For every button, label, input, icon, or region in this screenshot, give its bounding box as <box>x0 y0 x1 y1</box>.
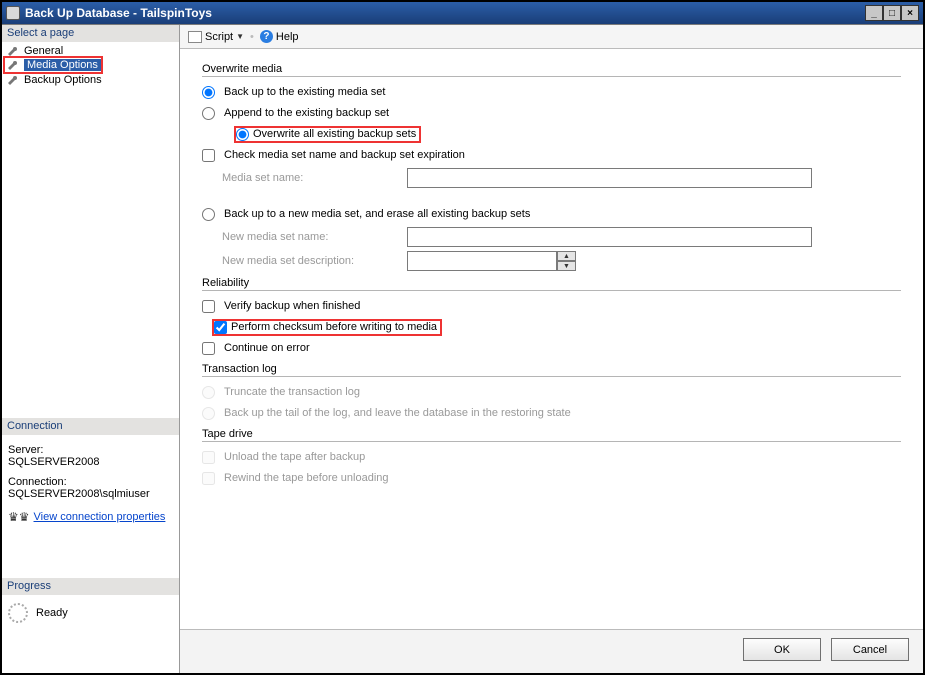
check-continue-on-error[interactable] <box>202 342 215 355</box>
spin-up-icon: ▲ <box>557 251 576 261</box>
group-overwrite-media: Overwrite media <box>202 63 901 77</box>
app-icon <box>6 6 20 20</box>
radio-new-media-label: Back up to a new media set, and erase al… <box>224 208 530 220</box>
cancel-button[interactable]: Cancel <box>831 638 909 661</box>
sidebar-header-progress: Progress <box>2 578 179 595</box>
sidebar-item-label: Backup Options <box>24 74 102 86</box>
radio-existing-media-set[interactable] <box>202 86 215 99</box>
media-set-name-label: Media set name: <box>202 172 407 184</box>
spin-down-icon: ▼ <box>557 261 576 271</box>
check-perform-checksum[interactable] <box>214 321 227 334</box>
minimize-button[interactable]: _ <box>865 5 883 21</box>
new-media-name-label: New media set name: <box>202 231 407 243</box>
new-media-name-input <box>407 227 812 247</box>
radio-truncate-label: Truncate the transaction log <box>224 386 360 398</box>
ok-button[interactable]: OK <box>743 638 821 661</box>
group-reliability: Reliability <box>202 277 901 291</box>
check-media-name-label: Check media set name and backup set expi… <box>224 149 465 161</box>
group-tape-drive: Tape drive <box>202 428 901 442</box>
dialog-footer: OK Cancel <box>180 629 923 673</box>
server-label: Server: <box>8 444 173 456</box>
check-rewind-tape <box>202 472 215 485</box>
progress-spinner-icon <box>8 603 28 623</box>
radio-new-media-set[interactable] <box>202 208 215 221</box>
close-button[interactable]: × <box>901 5 919 21</box>
progress-status: Ready <box>36 607 68 619</box>
titlebar: Back Up Database - TailspinToys _ □ × <box>2 2 923 24</box>
sidebar-item-media-options[interactable]: Media Options <box>5 58 102 72</box>
check-continue-label: Continue on error <box>224 342 310 354</box>
help-icon: ? <box>260 30 273 43</box>
wrench-icon <box>6 60 20 70</box>
script-label: Script <box>205 31 233 43</box>
sidebar-header-select-page: Select a page <box>2 25 179 42</box>
toolbar: Script ▼ • ? Help <box>180 25 923 49</box>
check-verify-backup[interactable] <box>202 300 215 313</box>
check-rewind-label: Rewind the tape before unloading <box>224 472 389 484</box>
media-set-name-input[interactable] <box>407 168 812 188</box>
radio-tail-label: Back up the tail of the log, and leave t… <box>224 407 571 419</box>
connection-value: SQLSERVER2008\sqlmiuser <box>8 488 173 500</box>
radio-backup-tail <box>202 407 215 420</box>
sidebar-item-general[interactable]: General <box>5 44 176 58</box>
new-media-desc-input <box>407 251 557 271</box>
sidebar: Select a page General Media Options <box>2 25 180 673</box>
view-connection-link[interactable]: View connection properties <box>34 511 166 523</box>
radio-overwrite-label: Overwrite all existing backup sets <box>253 128 416 140</box>
chevron-down-icon: ▼ <box>236 32 244 41</box>
radio-overwrite-all[interactable] <box>236 128 249 141</box>
help-button[interactable]: ? Help <box>260 30 299 43</box>
sidebar-item-label: General <box>24 45 63 57</box>
check-unload-tape <box>202 451 215 464</box>
script-button[interactable]: Script ▼ <box>188 31 244 43</box>
connection-label: Connection: <box>8 476 173 488</box>
check-media-name-expiration[interactable] <box>202 149 215 162</box>
check-verify-label: Verify backup when finished <box>224 300 360 312</box>
server-value: SQLSERVER2008 <box>8 456 173 468</box>
highlight-box-icon: Overwrite all existing backup sets <box>234 126 421 143</box>
check-checksum-label: Perform checksum before writing to media <box>231 321 437 333</box>
group-transaction-log: Transaction log <box>202 363 901 377</box>
sidebar-item-backup-options[interactable]: Backup Options <box>5 73 176 87</box>
sidebar-header-connection: Connection <box>2 418 179 435</box>
maximize-button[interactable]: □ <box>883 5 901 21</box>
radio-append[interactable] <box>202 107 215 120</box>
highlight-box-icon: Perform checksum before writing to media <box>212 319 442 336</box>
wrench-icon <box>6 75 20 85</box>
new-media-desc-label: New media set description: <box>202 255 407 267</box>
radio-append-label: Append to the existing backup set <box>224 107 389 119</box>
sidebar-item-label: Media Options <box>24 59 101 71</box>
people-icon: ♛♛ <box>8 510 30 524</box>
script-icon <box>188 31 202 43</box>
check-unload-label: Unload the tape after backup <box>224 451 365 463</box>
wrench-icon <box>6 46 20 56</box>
help-label: Help <box>276 31 299 43</box>
radio-existing-label: Back up to the existing media set <box>224 86 385 98</box>
window-title: Back Up Database - TailspinToys <box>25 6 212 20</box>
radio-truncate-log <box>202 386 215 399</box>
